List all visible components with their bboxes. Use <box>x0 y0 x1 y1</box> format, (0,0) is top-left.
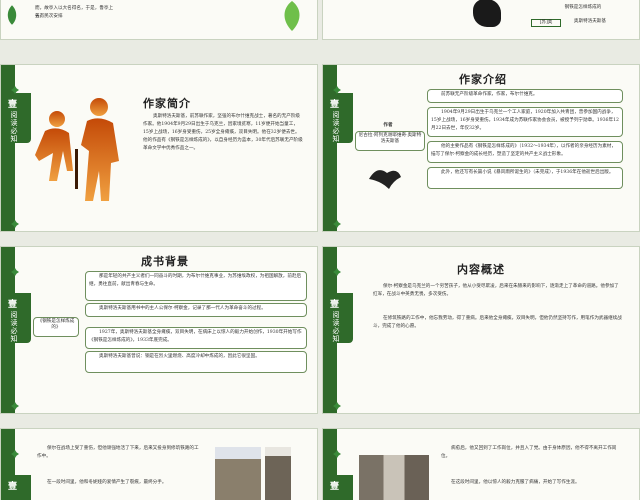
chapter-subtitle: 阅读必知 <box>10 111 18 143</box>
body-paragraph: 病愈后，他又回到了工作岗位，并且入了党。由于身体原因，他不得不离开工作岗位。 <box>441 446 617 459</box>
body-paragraph: 在这段时间里，他以惊人的毅力克服了病痛，开始了写作生涯。 <box>451 480 580 485</box>
slide-title: 内容概述 <box>457 263 505 276</box>
street-photo <box>215 447 261 500</box>
slide-partial-top-right: 钢铁是怎样炼成的 [苏]奥 奥斯特洛夫斯基 <box>322 0 640 40</box>
body-paragraph: 在一段时间里，他和冬妮娅的爱情产生了裂痕，最终分手。 <box>47 480 167 485</box>
author-sketch-image <box>473 0 501 27</box>
body-text: 天有民次安排 <box>35 14 63 19</box>
leaf-icon <box>5 5 19 25</box>
book-label: 《钢铁是怎样炼成的》 <box>37 319 75 330</box>
body-paragraph: 保尔在战场上受了重伤，但他顽强地活了下来，后来又投身到修筑铁路的工作中。 <box>37 446 199 459</box>
chapter-subtitle: 阅读必知 <box>332 311 340 343</box>
slide-summary: 壹 阅读必知 内容概述 保尔·柯察金是乌克兰的一个穷苦孩子，他从小受尽欺凌，后来… <box>322 246 640 414</box>
chapter-number: 壹 <box>328 299 338 309</box>
slide-body: 奥斯特洛夫斯基，前苏联作家，坚强的布尔什维克战士，著名的无产阶级作家。他1904… <box>143 114 303 151</box>
leaf-icon <box>333 79 341 94</box>
book-caption: 钢铁是怎样炼成的 <box>564 5 602 10</box>
chapter-number: 壹 <box>6 99 16 109</box>
leaf-icon <box>333 443 341 458</box>
chapter-subtitle: 阅读必知 <box>10 311 18 343</box>
chapter-subtitle: 阅读必知 <box>332 111 340 143</box>
slide-background: 壹 阅读必知 成书背景 《钢铁是怎样炼成的》 那是年轻的共产主义者们一同奋斗的时… <box>0 246 318 414</box>
leaf-icon <box>11 79 19 94</box>
author-sketch-image <box>367 165 403 191</box>
body-paragraph: 那是年轻的共产主义者们一同奋斗的时期，为布尔什维克事业，为苏维埃政权，为祖国解放… <box>89 274 302 287</box>
slide-author-detail: 壹 阅读必知 作家介绍 作者 尼古拉·阿列克谢耶维奇·奥斯特洛夫斯基 前苏联无产… <box>322 64 640 232</box>
leaf-icon <box>11 443 19 458</box>
city-photo <box>359 455 429 500</box>
body-paragraph: 1904年9月29日出生于乌克兰一个工人家庭，1920年加入共青团，曾参加国内战… <box>431 110 619 131</box>
leaf-icon <box>333 395 341 410</box>
street-photo <box>265 447 291 500</box>
slide-title: 作家简介 <box>143 97 191 110</box>
body-paragraph: 1927年，奥斯特洛夫斯基全身瘫痪，双目失明，在病床上以惊人的毅力开始创作，19… <box>89 330 302 343</box>
slide-title: 成书背景 <box>141 255 189 268</box>
tag-right: 奥斯特洛夫斯基 <box>573 19 607 24</box>
slide-partial-bottom-right: 壹 病愈后，他又回到了工作岗位，并且入了党。由于身体原因，他不得不离开工作岗位。… <box>322 428 640 500</box>
chapter-number: 壹 <box>328 481 338 491</box>
body-paragraph: 保尔·柯察金是乌克兰的一个穷苦孩子，他从小受尽欺凌，后来在朱赫来的影响下，逐渐走… <box>373 284 619 297</box>
workers-silhouette-image <box>27 91 127 211</box>
body-paragraph: 奥斯特洛夫斯基用书中的主人公保尔·柯察金，记录了那一代人为革命奋斗的过程。 <box>99 306 266 311</box>
slide-title: 作家介绍 <box>459 73 507 86</box>
leaf-icon <box>333 213 341 228</box>
leaf-icon <box>279 1 305 31</box>
author-label-sub: 尼古拉·阿列克谢耶维奇·奥斯特洛夫斯基 <box>358 133 422 144</box>
author-label-title: 作者 <box>383 123 393 128</box>
body-paragraph: 奥斯特洛夫斯基曾说：钢是在烈火里燃烧、高度冷却中炼成的，因此它很坚固。 <box>99 354 260 359</box>
chapter-number: 壹 <box>328 99 338 109</box>
leaf-icon <box>11 395 19 410</box>
leaf-icon <box>333 261 341 276</box>
chapter-number: 壹 <box>6 299 16 309</box>
body-paragraph: 此外，他还写有长篇小说《暴风雨所诞生的》（未完成），于1936年在他逝世后出版。 <box>441 170 614 175</box>
body-paragraph: 在修筑铁路的工作中，他忘我劳动，得了重病。后来他全身瘫痪，双目失明，但他仍然坚持… <box>373 316 622 329</box>
body-paragraph: 前苏联无产阶级革命作家，作家，布尔什维克。 <box>441 92 538 97</box>
tag-left: [苏]奥 <box>531 19 561 27</box>
slide-partial-bottom-left: 壹 保尔在战场上受了重伤，但他顽强地活了下来，后来又投身到修筑铁路的工作中。 在… <box>0 428 318 500</box>
chapter-number: 壹 <box>6 481 16 491</box>
body-paragraph: 他的主要作品有《钢铁是怎样炼成的》（1932～1934年），以作者的亲身经历为素… <box>431 144 616 157</box>
slide-partial-top-left: 而，故亭入以大名得名，于是，鲁亭上名。 天有民次安排 <box>0 0 318 40</box>
leaf-icon <box>11 261 19 276</box>
slide-author-intro: 壹 阅读必知 作家简介 奥斯特洛夫斯基，前苏联作家，坚强的布尔什维克战士，著名的… <box>0 64 318 232</box>
leaf-icon <box>11 213 19 228</box>
